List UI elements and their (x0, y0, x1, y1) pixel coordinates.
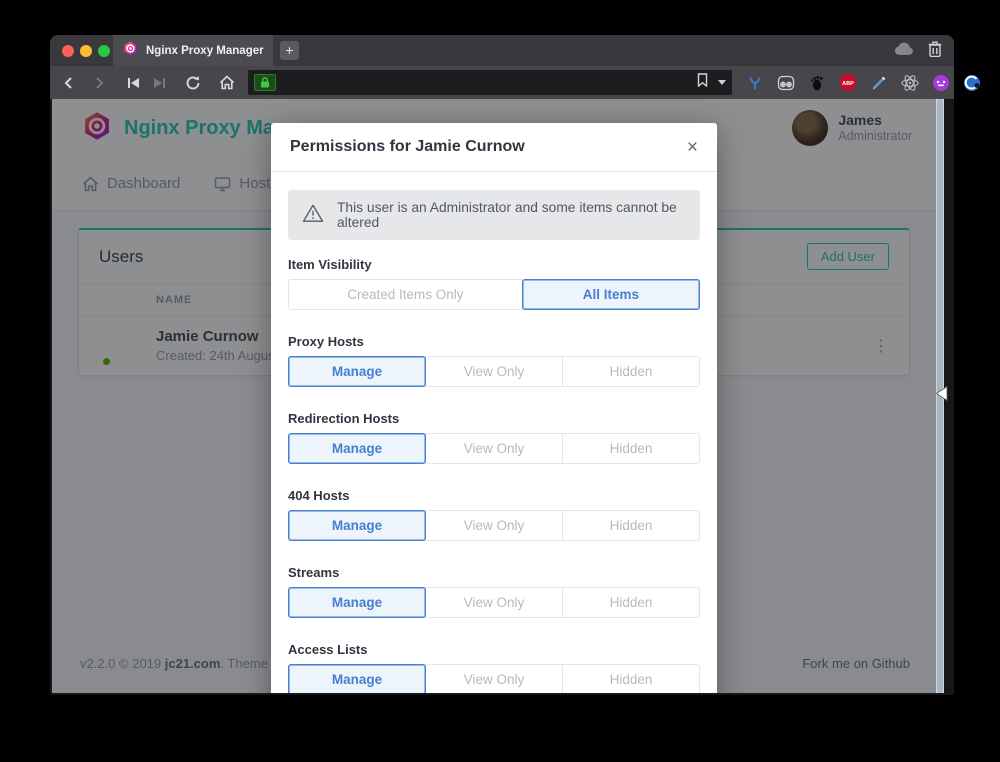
permission-section: Proxy Hosts Manage View Only Hidden (288, 334, 700, 387)
browser-tab-nginx-proxy-manager[interactable]: Nginx Proxy Manager (113, 35, 273, 66)
visibility-created-items-only-button[interactable]: Created Items Only (288, 279, 523, 310)
forward-button[interactable] (86, 70, 112, 96)
permission-section-label: Access Lists (288, 642, 700, 657)
hidden-button[interactable]: Hidden (562, 664, 700, 693)
admin-warning-alert: This user is an Administrator and some i… (288, 190, 700, 240)
home-button[interactable] (214, 70, 240, 96)
tab-favicon (123, 41, 138, 61)
https-lock-icon[interactable] (254, 74, 276, 91)
view-only-button[interactable]: View Only (425, 587, 563, 618)
hidden-button[interactable]: Hidden (562, 510, 700, 541)
view-only-button[interactable]: View Only (425, 664, 563, 693)
bookmark-icon[interactable] (697, 73, 708, 92)
back-button[interactable] (56, 70, 82, 96)
extension-gnome-foot-icon[interactable] (808, 74, 826, 92)
hidden-button[interactable]: Hidden (562, 587, 700, 618)
view-only-button[interactable]: View Only (425, 433, 563, 464)
extension-robot-icon[interactable] (777, 74, 795, 92)
admin-warning-text: This user is an Administrator and some i… (337, 200, 686, 230)
session-forward-button[interactable] (146, 70, 172, 96)
modal-title: Permissions for Jamie Curnow (290, 138, 525, 156)
window-close-button[interactable] (62, 45, 74, 57)
permission-section-label: Redirection Hosts (288, 411, 700, 426)
sync-cloud-icon[interactable] (894, 42, 914, 61)
view-only-button[interactable]: View Only (425, 510, 563, 541)
item-visibility-group: Created Items Only All Items (288, 279, 700, 310)
permission-section-label: Proxy Hosts (288, 334, 700, 349)
permission-section: Access Lists Manage View Only Hidden (288, 642, 700, 693)
permission-sections: Proxy Hosts Manage View Only Hidden Redi… (288, 334, 700, 693)
mouse-cursor (936, 386, 948, 406)
hidden-button[interactable]: Hidden (562, 433, 700, 464)
permissions-modal: Permissions for Jamie Curnow × This user… (271, 123, 717, 693)
permission-section: 404 Hosts Manage View Only Hidden (288, 488, 700, 541)
extension-fork-icon[interactable] (746, 74, 764, 92)
extension-pen-icon[interactable] (870, 74, 888, 92)
warning-triangle-icon (302, 203, 324, 228)
permission-section-label: Streams (288, 565, 700, 580)
browser-window: Nginx Proxy Manager + (50, 35, 954, 695)
permission-section-label: 404 Hosts (288, 488, 700, 503)
page-viewport: Nginx Proxy Manager James Administrator (52, 99, 944, 693)
extension-purple-badge-icon[interactable] (932, 74, 950, 92)
svg-text:ABP: ABP (842, 81, 854, 87)
manage-button[interactable]: Manage (288, 664, 426, 693)
browser-toolbar: ABP (50, 66, 954, 99)
manage-button[interactable]: Manage (288, 587, 426, 618)
tab-title: Nginx Proxy Manager (146, 45, 264, 57)
address-bar[interactable] (248, 70, 732, 95)
permission-section: Redirection Hosts Manage View Only Hidde… (288, 411, 700, 464)
extension-blue-circle-icon[interactable] (963, 74, 981, 92)
hidden-button[interactable]: Hidden (562, 356, 700, 387)
browser-titlebar: Nginx Proxy Manager + (50, 35, 954, 66)
new-tab-button[interactable]: + (280, 41, 299, 60)
manage-button[interactable]: Manage (288, 433, 426, 464)
item-visibility-label: Item Visibility (288, 257, 700, 272)
visibility-all-items-button[interactable]: All Items (522, 279, 700, 310)
manage-button[interactable]: Manage (288, 356, 426, 387)
view-only-button[interactable]: View Only (425, 356, 563, 387)
extension-atom-icon[interactable] (901, 74, 919, 92)
permission-section: Streams Manage View Only Hidden (288, 565, 700, 618)
extension-adblock-plus-icon[interactable]: ABP (839, 74, 857, 92)
window-minimize-button[interactable] (80, 45, 92, 57)
trash-icon[interactable] (928, 41, 942, 62)
modal-close-icon[interactable]: × (687, 138, 698, 157)
manage-button[interactable]: Manage (288, 510, 426, 541)
session-back-button[interactable] (120, 70, 146, 96)
window-maximize-button[interactable] (98, 45, 110, 57)
reload-button[interactable] (180, 70, 206, 96)
bookmark-dropdown-caret[interactable] (718, 80, 726, 85)
